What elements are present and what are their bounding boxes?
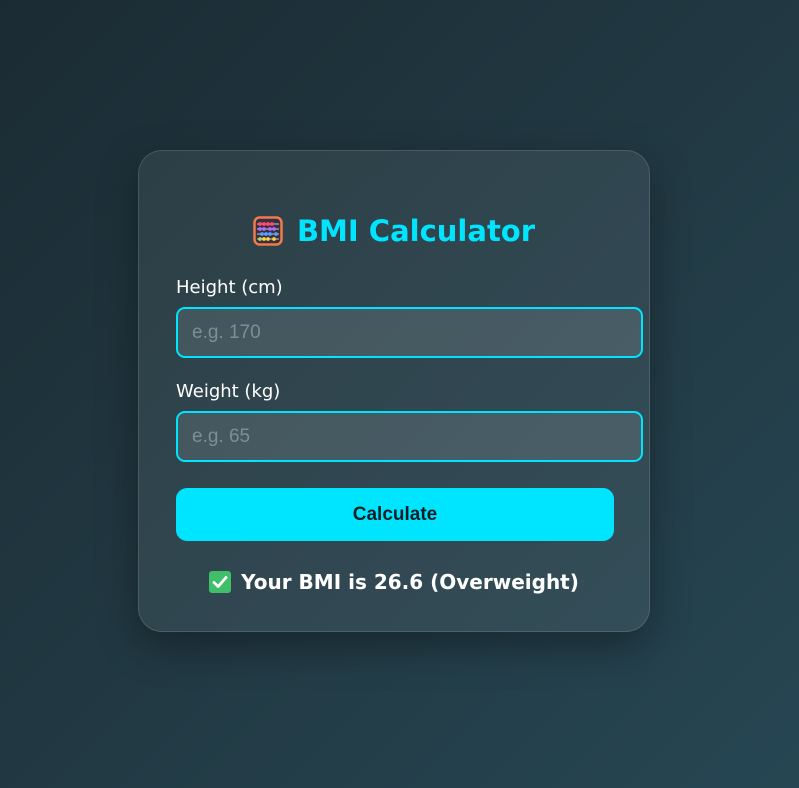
weight-input[interactable] [176,411,643,462]
page-title: BMI Calculator [296,214,536,248]
check-mark-icon [209,571,232,593]
title-row: BMI Calculator [139,211,649,251]
bmi-calculator-card: BMI Calculator Height (cm) Weight (kg) C… [138,150,650,632]
result-row: Your BMI is 26.6 (Overweight) [139,567,649,597]
height-label: Height (cm) [176,277,283,298]
weight-label: Weight (kg) [176,381,281,402]
height-input[interactable] [176,307,643,358]
bmi-result-text: Your BMI is 26.6 (Overweight) [241,570,579,594]
calculate-button[interactable]: Calculate [176,488,614,541]
abacus-icon [253,216,283,246]
